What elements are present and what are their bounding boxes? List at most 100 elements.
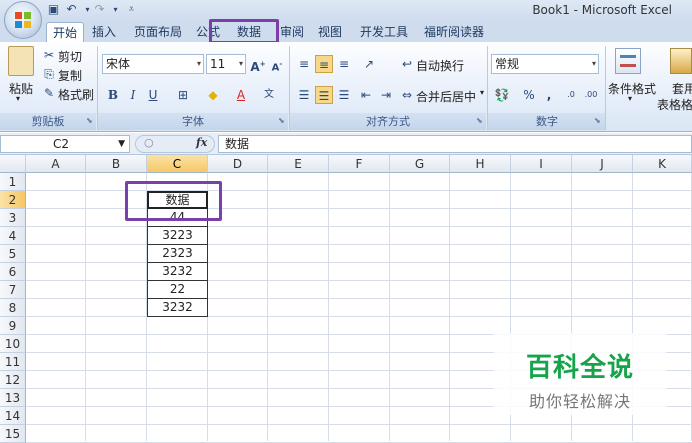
conditional-dropdown-icon[interactable]: ▾: [628, 94, 632, 103]
merge-center-button[interactable]: 合并后居中: [416, 88, 476, 105]
bold-button[interactable]: B: [104, 86, 122, 104]
column-header-a[interactable]: A: [26, 155, 86, 173]
row-header-2[interactable]: 2: [0, 191, 26, 209]
column-header-i[interactable]: I: [511, 155, 572, 173]
currency-icon[interactable]: 💱: [493, 86, 511, 104]
cell-c8[interactable]: 3232: [147, 299, 208, 317]
formula-buttons: ○ fx: [135, 135, 215, 153]
paste-button[interactable]: 粘贴: [9, 80, 33, 97]
font-size-select[interactable]: 11 ▾: [206, 54, 246, 74]
row-header-5[interactable]: 5: [0, 245, 26, 263]
align-top-icon[interactable]: ≡: [295, 55, 313, 73]
column-header-k[interactable]: K: [633, 155, 692, 173]
save-icon[interactable]: ▣: [46, 2, 61, 17]
column-header-j[interactable]: J: [572, 155, 633, 173]
watermark-title: 百科全说: [525, 353, 634, 383]
column-header-f[interactable]: F: [329, 155, 390, 173]
redo-dropdown-icon[interactable]: ▾: [108, 2, 123, 17]
row-header-9[interactable]: 9: [0, 317, 26, 335]
row-header-14[interactable]: 14: [0, 407, 26, 425]
cell-c4[interactable]: 3223: [147, 227, 208, 245]
expand-icon[interactable]: ○: [144, 136, 154, 149]
decrease-decimal-icon[interactable]: .00: [582, 86, 600, 104]
row-header-8[interactable]: 8: [0, 299, 26, 317]
scissors-icon: ✂: [43, 48, 55, 62]
number-format-value: 常规: [495, 57, 520, 71]
column-header-g[interactable]: G: [390, 155, 450, 173]
increase-indent-icon[interactable]: ⇥: [377, 86, 395, 104]
chevron-down-icon: ▾: [591, 59, 596, 68]
align-center-icon[interactable]: ☰: [315, 86, 333, 104]
paste-icon[interactable]: [8, 46, 34, 76]
row-header-10[interactable]: 10: [0, 335, 26, 353]
alignment-launcher-icon[interactable]: ⬊: [476, 116, 483, 125]
table-format-icon[interactable]: [670, 48, 692, 74]
increase-font-icon[interactable]: A+: [249, 55, 267, 74]
font-color-icon[interactable]: A: [232, 86, 250, 104]
name-box[interactable]: C2 ▼: [0, 135, 130, 153]
customize-icon[interactable]: ⩡: [124, 2, 139, 17]
row-header-1[interactable]: 1: [0, 173, 26, 191]
increase-decimal-icon[interactable]: .0: [562, 86, 580, 104]
formula-input[interactable]: 数据: [218, 135, 692, 153]
column-header-h[interactable]: H: [450, 155, 511, 173]
row-header-11[interactable]: 11: [0, 353, 26, 371]
column-header-b[interactable]: B: [86, 155, 147, 173]
tab-foxit-reader[interactable]: 福昕阅读器: [424, 22, 484, 42]
clipboard-launcher-icon[interactable]: ⬊: [86, 116, 93, 125]
font-name-select[interactable]: 宋体 ▾: [102, 54, 204, 74]
phonetic-icon[interactable]: 文: [260, 86, 278, 104]
italic-button[interactable]: I: [124, 86, 142, 104]
column-header-c[interactable]: C: [147, 155, 208, 173]
cell-c6[interactable]: 3232: [147, 263, 208, 281]
insert-function-icon[interactable]: fx: [196, 136, 207, 149]
table-format-button[interactable]: 套用: [672, 80, 692, 97]
tab-home[interactable]: 开始: [46, 22, 85, 42]
underline-button[interactable]: U: [144, 86, 162, 104]
undo-icon[interactable]: ↶: [64, 2, 79, 17]
tab-page-layout[interactable]: 页面布局: [134, 22, 182, 42]
row-header-7[interactable]: 7: [0, 281, 26, 299]
cut-button[interactable]: 剪切: [58, 48, 82, 65]
row-header-12[interactable]: 12: [0, 371, 26, 389]
tab-insert[interactable]: 插入: [92, 22, 116, 42]
redo-icon[interactable]: ↷: [92, 2, 107, 17]
format-painter-button[interactable]: 格式刷: [58, 86, 94, 103]
cell-c7[interactable]: 22: [147, 281, 208, 299]
cell-highlight: [125, 181, 222, 221]
row-header-6[interactable]: 6: [0, 263, 26, 281]
align-right-icon[interactable]: ☰: [335, 86, 353, 104]
row-header-3[interactable]: 3: [0, 209, 26, 227]
cell-c5[interactable]: 2323: [147, 245, 208, 263]
decrease-font-icon[interactable]: A-: [268, 55, 286, 73]
paste-dropdown-icon[interactable]: ▾: [16, 94, 20, 103]
copy-button[interactable]: 复制: [58, 67, 82, 84]
align-bottom-icon[interactable]: ≡: [335, 55, 353, 73]
select-all-corner[interactable]: [0, 155, 26, 173]
orientation-icon[interactable]: ↗: [360, 55, 378, 73]
wrap-text-button[interactable]: 自动换行: [416, 57, 464, 74]
chevron-down-icon: ▾: [238, 59, 243, 68]
decrease-indent-icon[interactable]: ⇤: [357, 86, 375, 104]
row-header-13[interactable]: 13: [0, 389, 26, 407]
tab-developer[interactable]: 开发工具: [360, 22, 408, 42]
borders-icon[interactable]: ⊞: [174, 86, 192, 104]
tab-view[interactable]: 视图: [318, 22, 342, 42]
merge-dropdown-icon[interactable]: ▾: [480, 88, 484, 97]
fill-color-icon[interactable]: ◆: [204, 86, 222, 104]
column-header-d[interactable]: D: [208, 155, 268, 173]
font-launcher-icon[interactable]: ⬊: [278, 116, 285, 125]
percent-button[interactable]: %: [520, 86, 538, 104]
copy-icon: ⎘: [44, 67, 54, 81]
number-format-select[interactable]: 常规 ▾: [491, 54, 599, 74]
row-header-4[interactable]: 4: [0, 227, 26, 245]
row-header-15[interactable]: 15: [0, 425, 26, 443]
conditional-format-icon[interactable]: [615, 48, 641, 74]
number-launcher-icon[interactable]: ⬊: [594, 116, 601, 125]
column-header-e[interactable]: E: [268, 155, 329, 173]
align-left-icon[interactable]: ☰: [295, 86, 313, 104]
tab-review[interactable]: 审阅: [280, 22, 304, 42]
align-middle-icon[interactable]: ≡: [315, 55, 333, 73]
comma-button[interactable]: ,: [540, 86, 558, 104]
office-button[interactable]: [4, 1, 42, 39]
